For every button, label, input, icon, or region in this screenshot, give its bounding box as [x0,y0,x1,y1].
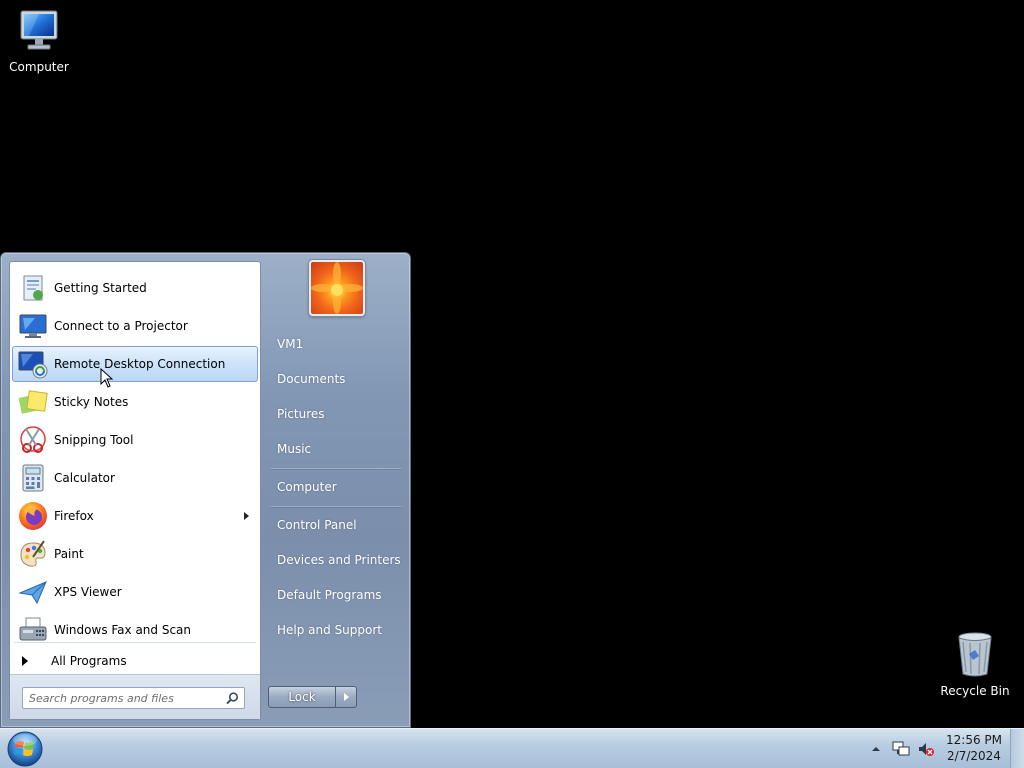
computer-icon [20,10,58,50]
search-area [10,674,260,719]
right-item-control-panel[interactable]: Control Panel [269,510,405,540]
power-options-arrow-button[interactable] [335,686,357,708]
program-remote-desktop-connection[interactable]: Remote Desktop Connection [12,346,258,382]
calculator-icon [15,462,51,494]
program-paint[interactable]: Paint [12,536,258,572]
getting-started-icon [15,272,51,304]
system-tray [865,729,940,768]
windows-logo-icon [7,731,43,767]
search-input[interactable] [29,688,219,708]
show-hidden-icons-icon[interactable] [865,738,887,760]
program-label: Snipping Tool [54,433,134,447]
submenu-arrow-icon[interactable] [244,512,249,520]
program-label: Connect to a Projector [54,319,188,333]
firefox-icon [15,500,51,532]
clock-time: 12:56 PM [946,733,1002,747]
all-programs-label: All Programs [51,654,127,668]
paint-palette-icon [15,538,51,570]
start-menu: Getting Started Connect to a Projector R… [0,252,411,728]
desktop-icon-label: Recycle Bin [940,684,1010,698]
volume-muted-icon[interactable] [915,738,937,760]
program-connect-to-projector[interactable]: Connect to a Projector [12,308,258,344]
program-getting-started[interactable]: Getting Started [12,270,258,306]
desktop-icon-computer[interactable]: Computer [1,8,77,74]
program-firefox[interactable]: Firefox [12,498,258,534]
program-label: XPS Viewer [54,585,122,599]
right-item-music[interactable]: Music [269,434,405,464]
start-button[interactable] [5,730,45,768]
recycle-bin-icon [958,632,992,677]
right-item-pictures[interactable]: Pictures [269,399,405,429]
chevron-right-icon [344,693,349,701]
network-icon[interactable] [890,738,912,760]
program-label: Remote Desktop Connection [54,357,226,371]
show-desktop-button[interactable] [1010,729,1024,768]
right-item-devices-and-printers[interactable]: Devices and Printers [269,545,405,575]
sticky-notes-icon [15,386,51,418]
search-box[interactable] [22,687,245,709]
program-sticky-notes[interactable]: Sticky Notes [12,384,258,420]
search-icon[interactable] [226,692,239,708]
program-snipping-tool[interactable]: Snipping Tool [12,422,258,458]
program-label: Paint [54,547,84,561]
right-item-help-and-support[interactable]: Help and Support [269,615,405,645]
expand-arrow-icon [22,656,28,666]
program-calculator[interactable]: Calculator [12,460,258,496]
program-label: Sticky Notes [54,395,129,409]
right-item-user-folder[interactable]: VM1 [269,329,405,359]
program-label: Calculator [54,471,115,485]
right-pane-divider [271,506,401,507]
programs-pane: Getting Started Connect to a Projector R… [9,261,261,720]
all-programs-button[interactable]: All Programs [14,648,256,674]
remote-desktop-icon [15,348,51,380]
program-label: Windows Fax and Scan [54,623,192,637]
xps-viewer-icon [15,576,51,608]
taskbar: 12:56 PM 2/7/2024 [0,728,1024,768]
lock-button[interactable]: Lock [268,686,336,708]
right-pane-divider [271,468,401,469]
mouse-pointer-icon [100,368,114,388]
desktop-icon-recycle-bin[interactable]: Recycle Bin [937,630,1013,698]
right-item-computer[interactable]: Computer [269,472,405,502]
desktop-icon-label: Computer [9,60,69,74]
program-label: Getting Started [54,281,147,295]
clock-date: 2/7/2024 [947,749,1001,763]
projector-icon [15,310,51,342]
scissors-icon [15,424,51,456]
taskbar-clock[interactable]: 12:56 PM 2/7/2024 [944,732,1004,764]
all-programs-divider [14,642,256,643]
program-label: Firefox [54,509,94,523]
right-item-default-programs[interactable]: Default Programs [269,580,405,610]
right-item-documents[interactable]: Documents [269,364,405,394]
program-xps-viewer[interactable]: XPS Viewer [12,574,258,610]
user-picture-avatar[interactable] [309,260,365,316]
